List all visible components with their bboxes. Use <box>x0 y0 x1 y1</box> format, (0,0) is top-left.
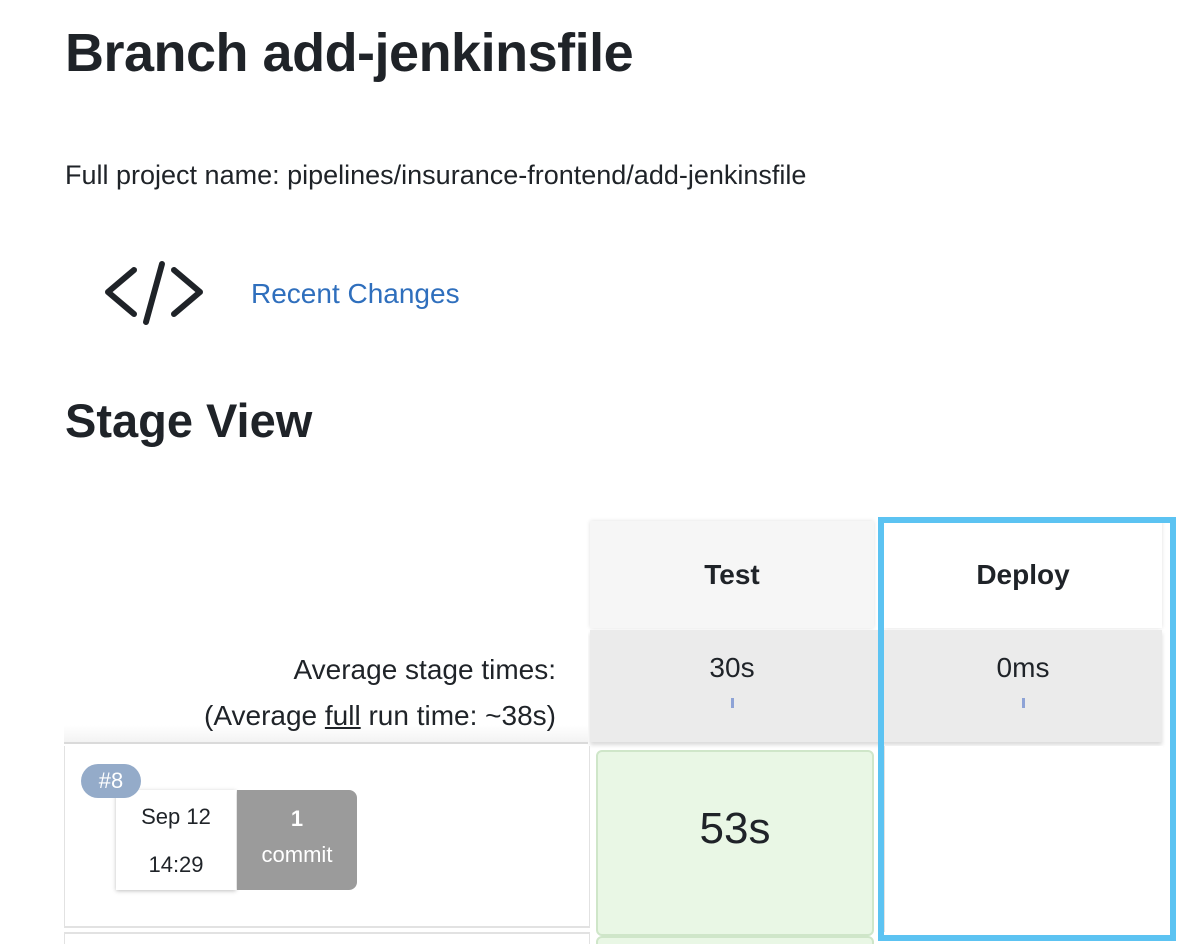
full-run-link[interactable]: full <box>325 700 361 731</box>
page-title: Branch add-jenkinsfile <box>65 23 634 83</box>
average-time-test: 30s <box>590 630 874 742</box>
code-brackets-icon[interactable] <box>100 256 208 328</box>
build-date: Sep 12 <box>141 804 211 829</box>
recent-changes-link[interactable]: Recent Changes <box>251 278 460 310</box>
build-time: 14:29 <box>148 852 204 877</box>
commit-count: 1 <box>290 806 304 831</box>
stage-cell-test-time: 53s <box>699 804 771 853</box>
average-time-test-value: 30s <box>709 652 755 683</box>
next-stage-cell-test[interactable] <box>596 936 874 944</box>
page: Branch add-jenkinsfile Full project name… <box>0 0 1200 944</box>
stage-cell-test[interactable]: 53s <box>596 750 874 936</box>
stage-view-title: Stage View <box>65 394 313 447</box>
average-stage-times-text: Average stage times: <box>293 654 556 685</box>
average-run-suffix: run time: ~38s) <box>360 700 556 731</box>
average-time-test-bar <box>730 698 734 708</box>
stage-header-test: Test <box>590 521 874 628</box>
build-number-badge[interactable]: #8 <box>81 764 141 798</box>
stage-header-deploy: Deploy <box>884 521 1162 628</box>
commit-label: commit <box>261 842 333 867</box>
average-time-deploy-value: 0ms <box>996 652 1050 683</box>
average-run-prefix: (Average <box>204 700 325 731</box>
average-time-deploy: 0ms <box>884 630 1162 742</box>
build-date-box: Sep 12 14:29 <box>116 790 236 890</box>
average-stage-times-label: Average stage times: (Average full run t… <box>64 630 588 744</box>
average-full-run-time: (Average full run time: ~38s) <box>204 700 556 732</box>
commit-count-box[interactable]: 1 commit <box>237 790 357 890</box>
full-project-name: Full project name: pipelines/insurance-f… <box>65 160 807 190</box>
average-time-deploy-bar <box>1021 698 1025 708</box>
stage-cell-deploy[interactable] <box>884 746 1163 932</box>
next-run-row <box>64 932 590 944</box>
